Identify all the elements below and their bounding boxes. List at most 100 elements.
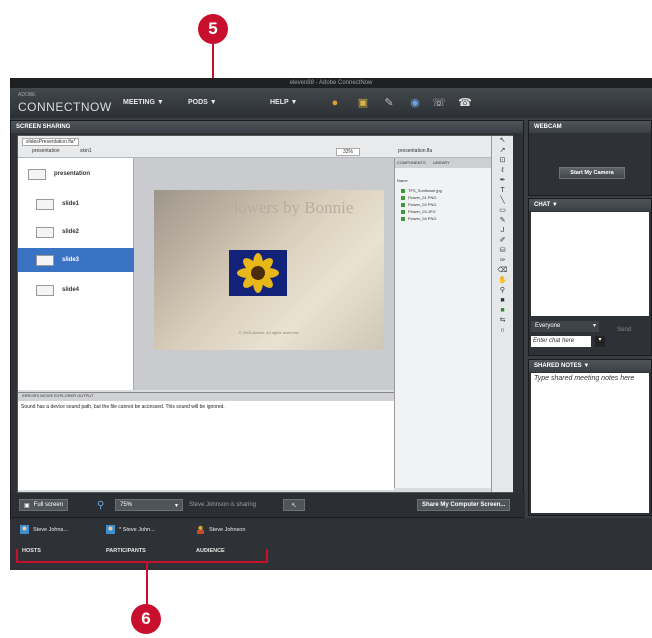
app-logo: ADOBE CONNECTNOW: [18, 92, 112, 116]
full-screen-button[interactable]: ▣ Full screen: [19, 499, 69, 511]
slide-row[interactable]: presentation: [18, 162, 134, 186]
send-button[interactable]: Send: [617, 327, 631, 333]
slide-row[interactable]: slide1: [18, 192, 134, 216]
attendee-audience[interactable]: Steve Johnson: [196, 525, 245, 534]
audience-label: AUDIENCE: [196, 548, 225, 554]
brush-tool-icon[interactable]: ᒍ: [492, 226, 513, 236]
slide-label: slide4: [62, 287, 80, 293]
shared-notes-pod: SHARED NOTES ▼ Type shared meeting notes…: [528, 359, 652, 516]
swap-colors-icon[interactable]: ⇆: [492, 316, 513, 326]
ink-tool-icon[interactable]: ✐: [492, 236, 513, 246]
phone-icon[interactable]: ☏: [432, 96, 446, 110]
whiteboard-icon[interactable]: ✎: [382, 96, 396, 110]
eyedropper-tool-icon[interactable]: ✑: [492, 256, 513, 266]
shared-notes-title[interactable]: SHARED NOTES ▼: [529, 360, 651, 372]
line-tool-icon[interactable]: ╲: [492, 196, 513, 206]
snap-icon[interactable]: ∩: [492, 326, 513, 336]
rectangle-tool-icon[interactable]: ▭: [492, 206, 513, 216]
subselect-tool-icon[interactable]: ↗: [492, 146, 513, 156]
webcam-title: WEBCAM: [529, 121, 651, 133]
library-item[interactable]: Flower_02.PNG: [401, 202, 436, 207]
slide-stage: Flowers by Bonnie © 2006 Adobe. All righ…: [134, 158, 394, 390]
logo-vendor: ADOBE: [18, 92, 36, 98]
full-screen-label: Full screen: [33, 502, 64, 508]
share-screen-button[interactable]: Share My Computer Screen...: [417, 499, 511, 511]
chat-recipient: Everyone: [535, 323, 561, 329]
sharing-status: Steve Johnson is sharing: [189, 502, 257, 508]
menu-pods[interactable]: PODS ▼: [188, 99, 217, 106]
webcam-icon[interactable]: ◉: [408, 96, 422, 110]
library-tab-components[interactable]: COMPONENTS: [397, 160, 426, 165]
stage-zoom[interactable]: 33%: [336, 148, 361, 156]
zoom-select[interactable]: 75% ▾: [115, 499, 183, 511]
text-tool-icon[interactable]: T: [492, 186, 513, 196]
zoom-tool-icon[interactable]: ⚲: [492, 286, 513, 296]
chevron-down-icon: ▾: [598, 337, 602, 343]
library-item[interactable]: TFS_Sunflower.jpg: [401, 188, 442, 193]
document-tab[interactable]: slidesPresentation.fla*: [22, 138, 80, 146]
hand-tool-icon[interactable]: ✋: [492, 276, 513, 286]
fill-color-icon[interactable]: ■: [492, 306, 513, 316]
library-item[interactable]: Flower_01.PNG: [401, 195, 436, 200]
callout-6-stem: [146, 561, 148, 605]
chat-messages: [531, 212, 649, 316]
attendee-participant[interactable]: * Steve John...: [106, 525, 155, 534]
screen-share-icon[interactable]: ▣: [356, 96, 370, 110]
bucket-tool-icon[interactable]: ⛁: [492, 246, 513, 256]
callout-6-bracket-right: [266, 549, 268, 563]
chevron-down-icon: ▾: [174, 502, 178, 509]
menu-meeting[interactable]: MEETING ▼: [123, 99, 164, 106]
slide-label: slide2: [62, 229, 80, 235]
slide-title: Flowers by Bonnie: [224, 198, 354, 217]
attendee-name: * Steve John...: [119, 526, 155, 533]
attendee-name: Steve Johnson: [209, 526, 246, 533]
stroke-color-icon[interactable]: ■: [492, 296, 513, 306]
library-tab-library[interactable]: LIBRARY: [433, 160, 450, 165]
shared-screen: slidesPresentation.fla* presentation ski…: [17, 135, 513, 493]
full-screen-icon: ▣: [24, 502, 30, 509]
slide-label: slide3: [62, 257, 80, 263]
slide-thumb: [36, 254, 54, 266]
library-item-label: Flower_01.PNG: [408, 195, 437, 200]
slide-row[interactable]: slide2: [18, 220, 134, 244]
pointer-button[interactable]: ↖: [283, 499, 305, 511]
start-camera-button[interactable]: Start My Camera: [559, 167, 625, 179]
participants-icon[interactable]: ●: [328, 96, 342, 110]
eraser-tool-icon[interactable]: ⌫: [492, 266, 513, 276]
menu-help[interactable]: HELP ▼: [270, 99, 297, 106]
zoom-icon[interactable]: ⚲: [97, 499, 104, 511]
bitmap-icon: [401, 216, 405, 221]
slide-thumb: [28, 168, 46, 180]
telephone-icon[interactable]: ☎: [458, 96, 472, 110]
chat-options-button[interactable]: ▾: [595, 336, 605, 347]
library-tabs[interactable]: COMPONENTS LIBRARY: [395, 158, 491, 168]
subtab-presentation[interactable]: presentation: [32, 148, 60, 154]
slide-row-selected[interactable]: slide3: [18, 248, 134, 272]
slide-outline: presentation slide1 slide2 slide3 slide4: [18, 158, 134, 390]
slide-label: slide1: [62, 201, 80, 207]
library-item-label: TFS_Sunflower.jpg: [408, 188, 442, 193]
participants-label: PARTICIPANTS: [106, 548, 146, 554]
shared-notes-input[interactable]: Type shared meeting notes here: [531, 373, 649, 513]
transform-tool-icon[interactable]: ⊡: [492, 156, 513, 166]
screen-pod-footer: ▣ Full screen ⚲ 75% ▾ Steve Johnson is s…: [11, 493, 525, 517]
pencil-tool-icon[interactable]: ✎: [492, 216, 513, 226]
attendee-host[interactable]: Steve Johns...: [20, 525, 68, 534]
slide-thumb: [36, 226, 54, 238]
subtab-skin[interactable]: skin1: [80, 148, 92, 154]
chat-title[interactable]: CHAT ▼: [529, 199, 651, 211]
library-item-label: Flower_02.PNG: [408, 202, 437, 207]
chat-input[interactable]: Enter chat here: [531, 336, 591, 347]
slide-row[interactable]: slide4: [18, 278, 134, 302]
slide-caption: © 2006 Adobe. All rights reserved.: [238, 330, 300, 335]
pointer-icon: ↖: [291, 502, 297, 509]
chat-recipient-select[interactable]: Everyone ▾: [531, 321, 599, 332]
pen-tool-icon[interactable]: ✒: [492, 176, 513, 186]
output-tabs[interactable]: ERRORS MOVIE EXPLORER OUTPUT: [18, 393, 394, 401]
library-item[interactable]: Flower_04.PNG: [401, 216, 436, 221]
library-item[interactable]: Flower_03.JPG: [401, 209, 436, 214]
selection-tool-icon[interactable]: ↖: [492, 136, 513, 146]
lasso-tool-icon[interactable]: ℓ: [492, 166, 513, 176]
webcam-pod: WEBCAM Start My Camera: [528, 120, 652, 196]
bitmap-icon: [401, 202, 405, 207]
